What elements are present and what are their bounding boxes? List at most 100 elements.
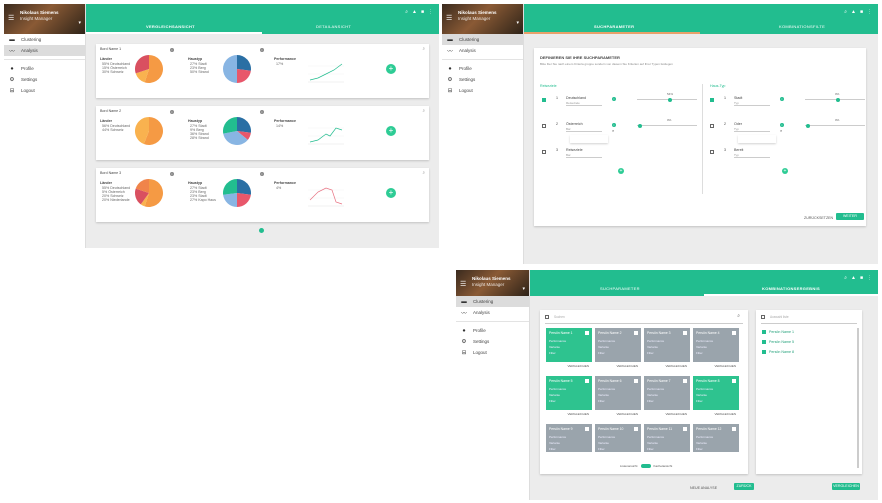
param-label[interactable]: Stadt [734, 96, 742, 100]
info-icon[interactable]: i [170, 172, 174, 176]
person-tile[interactable]: Persön Name 7 Performance Variante Filter VE… [644, 376, 690, 418]
search-icon[interactable]: ⌕ [612, 128, 614, 133]
info-icon[interactable]: i [780, 123, 784, 127]
sidebar-item-logout[interactable]: ⊟ Logout [4, 85, 85, 96]
tab-comparison[interactable]: VERGLEICHSANSICHT [146, 24, 195, 29]
search-icon[interactable]: ⌕ [405, 9, 408, 15]
chat-icon[interactable]: ■ [421, 9, 424, 15]
person-tile[interactable]: Persön Name 4 Performance Variante Filter VE… [693, 328, 739, 370]
add-right-button[interactable]: + [782, 168, 788, 174]
menu-icon[interactable]: ☰ [446, 14, 452, 22]
search-icon[interactable]: ⌕ [737, 313, 740, 319]
chevron-down-icon[interactable]: ▾ [522, 286, 525, 292]
person-tile[interactable]: Persön Name 6 Performance Variante Filter VE… [595, 376, 641, 418]
more-icon[interactable]: ⋮ [428, 9, 433, 15]
scrollbar[interactable] [857, 328, 859, 468]
tile-compare-link[interactable]: VERGLEICHEN [644, 410, 690, 418]
chat-icon[interactable]: ■ [860, 9, 863, 15]
sidebar-item-settings[interactable]: ⚙ Settings [456, 336, 529, 347]
menu-icon[interactable]: ☰ [8, 14, 14, 22]
bell-icon[interactable]: ▲ [851, 9, 856, 15]
sidebar-item-analysis[interactable]: 〰 Analysis [456, 307, 529, 318]
slider-knob[interactable] [836, 97, 840, 102]
param-label[interactable]: Reiseziele [566, 148, 583, 152]
add-button[interactable]: + [386, 126, 396, 136]
tile-checkbox[interactable] [585, 331, 589, 335]
info-icon[interactable]: i [612, 97, 616, 101]
tile-checkbox[interactable] [634, 427, 638, 431]
dropdown-box[interactable] [738, 135, 776, 143]
tile-checkbox[interactable] [634, 331, 638, 335]
tile-checkbox[interactable] [683, 427, 687, 431]
param-label[interactable]: Österreich [566, 122, 583, 126]
info-icon[interactable]: i [260, 172, 264, 176]
sidebar-item-profile[interactable]: ● Profile [442, 63, 523, 74]
tile-checkbox[interactable] [585, 379, 589, 383]
compare-button[interactable]: VERGLEICHEN [832, 483, 860, 490]
search-icon[interactable]: ⌕ [780, 128, 782, 133]
pagination-dot[interactable] [259, 228, 264, 233]
info-icon[interactable]: i [170, 110, 174, 114]
info-icon[interactable]: i [170, 48, 174, 52]
add-button[interactable]: + [386, 188, 396, 198]
person-tile[interactable]: Persön Name 12 Performance Variante Filter [693, 424, 739, 452]
info-icon[interactable]: i [612, 123, 616, 127]
sidebar-item-profile[interactable]: ● Profile [4, 63, 85, 74]
tile-checkbox[interactable] [585, 427, 589, 431]
slider-track[interactable] [805, 99, 865, 100]
tab-detail[interactable]: DETAILANSICHT [316, 24, 351, 29]
param-checkbox[interactable] [710, 98, 714, 102]
tile-compare-link[interactable]: VERGLEICHEN [644, 362, 690, 370]
param-checkbox[interactable] [710, 150, 714, 154]
tile-checkbox[interactable] [732, 379, 736, 383]
param-checkbox[interactable] [542, 98, 546, 102]
back-button[interactable]: ZURÜCK [734, 483, 754, 490]
selected-person-item[interactable]: Persön Name 5 [762, 340, 794, 344]
param-checkbox[interactable] [542, 150, 546, 154]
person-tile[interactable]: Persön Name 9 Performance Variante Filter [546, 424, 592, 452]
chevron-down-icon[interactable]: ▾ [516, 20, 519, 26]
checked-checkbox[interactable] [762, 330, 766, 334]
add-button[interactable]: + [386, 64, 396, 74]
checked-checkbox[interactable] [762, 340, 766, 344]
tile-compare-link[interactable]: VERGLEICHEN [546, 410, 592, 418]
param-checkbox[interactable] [542, 124, 546, 128]
tile-checkbox[interactable] [732, 331, 736, 335]
search-icon[interactable]: ⌕ [422, 46, 425, 51]
person-tile[interactable]: Persön Name 11 Performance Variante Filter [644, 424, 690, 452]
add-left-button[interactable]: + [618, 168, 624, 174]
chevron-down-icon[interactable]: ▾ [78, 20, 81, 26]
slider-track[interactable] [637, 125, 697, 126]
tile-checkbox[interactable] [683, 331, 687, 335]
select-all-checkbox[interactable] [545, 315, 549, 319]
tile-checkbox[interactable] [732, 427, 736, 431]
sidebar-item-clustering[interactable]: ▬ Clustering [4, 34, 85, 45]
next-button[interactable]: WEITER [836, 213, 864, 220]
param-label[interactable]: Oder [734, 122, 742, 126]
sidebar-item-clustering[interactable]: ▬ Clustering [456, 296, 529, 307]
param-label[interactable]: Bereit [734, 148, 743, 152]
sidebar-item-logout[interactable]: ⊟ Logout [456, 347, 529, 358]
person-tile[interactable]: Persön Name 3 Performance Variante Filter VE… [644, 328, 690, 370]
param-label[interactable]: Deutschland [566, 96, 586, 100]
slider-knob[interactable] [806, 123, 810, 128]
sidebar-item-settings[interactable]: ⚙ Settings [4, 74, 85, 85]
dropdown-box[interactable] [570, 135, 608, 143]
reset-button[interactable]: ZURÜCKSETZEN [804, 216, 833, 220]
tile-compare-link[interactable]: VERGLEICHEN [693, 410, 739, 418]
search-icon[interactable]: ⌕ [422, 170, 425, 175]
list-select-checkbox[interactable] [761, 315, 765, 319]
slider-track[interactable] [637, 99, 697, 100]
slider-knob[interactable] [668, 97, 672, 102]
sidebar-item-profile[interactable]: ● Profile [456, 325, 529, 336]
sidebar-item-settings[interactable]: ⚙ Settings [442, 74, 523, 85]
chat-icon[interactable]: ■ [860, 275, 863, 281]
tab-combination-result[interactable]: KOMBINATIONSERGEBNIS [762, 286, 820, 291]
tile-compare-link[interactable]: VERGLEICHEN [595, 410, 641, 418]
checked-checkbox[interactable] [762, 350, 766, 354]
sidebar-item-analysis[interactable]: 〰 Analysis [442, 45, 523, 56]
more-icon[interactable]: ⋮ [867, 9, 872, 15]
tile-compare-link[interactable]: VERGLEICHEN [693, 362, 739, 370]
bell-icon[interactable]: ▲ [851, 275, 856, 281]
more-icon[interactable]: ⋮ [867, 275, 872, 281]
